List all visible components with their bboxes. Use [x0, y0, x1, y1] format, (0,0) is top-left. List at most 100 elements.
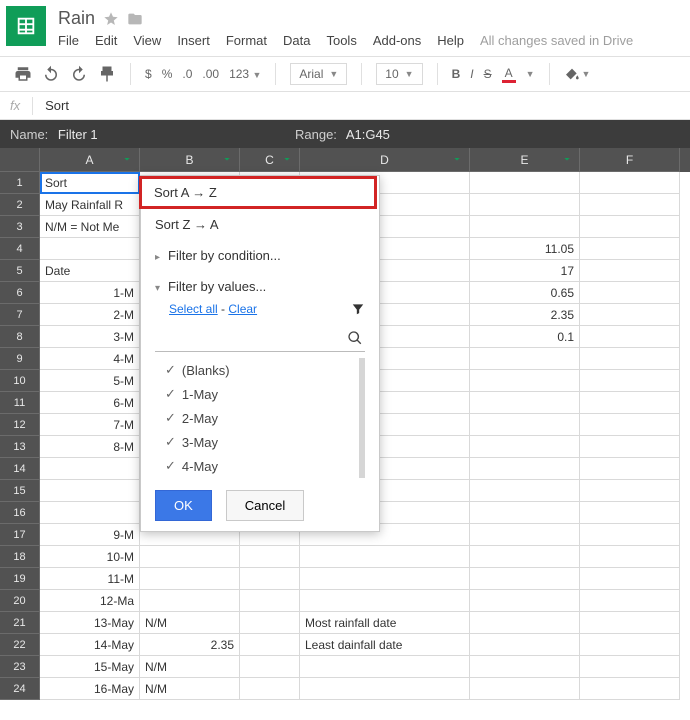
cell-C22[interactable] [240, 634, 300, 656]
cell-F11[interactable] [580, 392, 680, 414]
cell-F6[interactable] [580, 282, 680, 304]
cell-A1[interactable]: Sort [40, 172, 140, 194]
cell-C24[interactable] [240, 678, 300, 700]
text-color-button[interactable]: A [502, 66, 516, 83]
cell-F8[interactable] [580, 326, 680, 348]
cell-A24[interactable]: 16-May [40, 678, 140, 700]
cell-F20[interactable] [580, 590, 680, 612]
cell-A10[interactable]: 5-M [40, 370, 140, 392]
filter-icon[interactable] [221, 153, 233, 168]
cell-F21[interactable] [580, 612, 680, 634]
star-icon[interactable] [103, 11, 119, 27]
cell-A5[interactable]: Date [40, 260, 140, 282]
filter-name-value[interactable]: Filter 1 [58, 127, 98, 142]
cell-F24[interactable] [580, 678, 680, 700]
row-header[interactable]: 7 [0, 304, 40, 326]
row-header[interactable]: 23 [0, 656, 40, 678]
currency-button[interactable]: $ [145, 67, 152, 81]
filter-value[interactable]: ✓3-May [155, 430, 359, 454]
row-header[interactable]: 2 [0, 194, 40, 216]
cell-A6[interactable]: 1-M [40, 282, 140, 304]
menu-addons[interactable]: Add-ons [373, 33, 421, 48]
cell-E5[interactable]: 17 [470, 260, 580, 282]
cell-E21[interactable] [470, 612, 580, 634]
cell-A16[interactable] [40, 502, 140, 524]
row-header[interactable]: 20 [0, 590, 40, 612]
text-color-caret[interactable]: ▼ [526, 69, 535, 79]
column-header-E[interactable]: E [470, 148, 580, 172]
decrease-decimal-button[interactable]: .0 [182, 67, 192, 81]
cell-C18[interactable] [240, 546, 300, 568]
cell-E3[interactable] [470, 216, 580, 238]
cell-F3[interactable] [580, 216, 680, 238]
select-all-corner[interactable] [0, 148, 40, 172]
cell-E10[interactable] [470, 370, 580, 392]
percent-button[interactable]: % [162, 67, 173, 81]
cell-F10[interactable] [580, 370, 680, 392]
menu-format[interactable]: Format [226, 33, 267, 48]
cell-A13[interactable]: 8-M [40, 436, 140, 458]
cell-F22[interactable] [580, 634, 680, 656]
row-header[interactable]: 18 [0, 546, 40, 568]
search-icon[interactable] [347, 330, 363, 346]
cell-A11[interactable]: 6-M [40, 392, 140, 414]
cell-C19[interactable] [240, 568, 300, 590]
menu-data[interactable]: Data [283, 33, 310, 48]
column-header-A[interactable]: A [40, 148, 140, 172]
cell-D19[interactable] [300, 568, 470, 590]
filter-value[interactable]: ✓(Blanks) [155, 358, 359, 382]
cell-E12[interactable] [470, 414, 580, 436]
cell-D20[interactable] [300, 590, 470, 612]
filter-value[interactable]: ✓4-May [155, 454, 359, 478]
cell-A18[interactable]: 10-M [40, 546, 140, 568]
filter-value[interactable]: ✓1-May [155, 382, 359, 406]
ok-button[interactable]: OK [155, 490, 212, 521]
cell-E9[interactable] [470, 348, 580, 370]
menu-insert[interactable]: Insert [177, 33, 210, 48]
row-header[interactable]: 9 [0, 348, 40, 370]
row-header[interactable]: 6 [0, 282, 40, 304]
row-header[interactable]: 17 [0, 524, 40, 546]
document-title[interactable]: Rain [58, 8, 95, 29]
row-header[interactable]: 14 [0, 458, 40, 480]
undo-icon[interactable] [42, 65, 60, 83]
folder-icon[interactable] [127, 11, 143, 27]
menu-file[interactable]: File [58, 33, 79, 48]
cell-E16[interactable] [470, 502, 580, 524]
cell-C23[interactable] [240, 656, 300, 678]
cell-E19[interactable] [470, 568, 580, 590]
cell-E6[interactable]: 0.65 [470, 282, 580, 304]
row-header[interactable]: 10 [0, 370, 40, 392]
filter-values-list[interactable]: ✓(Blanks) ✓1-May ✓2-May ✓3-May ✓4-May [155, 358, 365, 478]
menu-help[interactable]: Help [437, 33, 464, 48]
cell-B23[interactable]: N/M [140, 656, 240, 678]
cell-E23[interactable] [470, 656, 580, 678]
cell-D18[interactable] [300, 546, 470, 568]
cell-B24[interactable]: N/M [140, 678, 240, 700]
cell-A8[interactable]: 3-M [40, 326, 140, 348]
cell-A15[interactable] [40, 480, 140, 502]
cell-E7[interactable]: 2.35 [470, 304, 580, 326]
row-header[interactable]: 19 [0, 568, 40, 590]
cell-F19[interactable] [580, 568, 680, 590]
cell-E1[interactable] [470, 172, 580, 194]
cell-E18[interactable] [470, 546, 580, 568]
cell-B20[interactable] [140, 590, 240, 612]
row-header[interactable]: 3 [0, 216, 40, 238]
cell-A14[interactable] [40, 458, 140, 480]
clear-link[interactable]: Clear [228, 302, 257, 316]
cell-E15[interactable] [470, 480, 580, 502]
cell-E22[interactable] [470, 634, 580, 656]
cell-E8[interactable]: 0.1 [470, 326, 580, 348]
increase-decimal-button[interactable]: .00 [202, 67, 219, 81]
column-header-C[interactable]: C [240, 148, 300, 172]
cell-F18[interactable] [580, 546, 680, 568]
filter-by-values[interactable]: Filter by values... [141, 271, 379, 302]
cell-F13[interactable] [580, 436, 680, 458]
cell-A3[interactable]: N/M = Not Me [40, 216, 140, 238]
cell-F9[interactable] [580, 348, 680, 370]
strike-button[interactable]: S [484, 67, 492, 81]
cell-C20[interactable] [240, 590, 300, 612]
filter-icon[interactable] [281, 153, 293, 168]
sort-z-a[interactable]: Sort Z → A [141, 209, 379, 240]
